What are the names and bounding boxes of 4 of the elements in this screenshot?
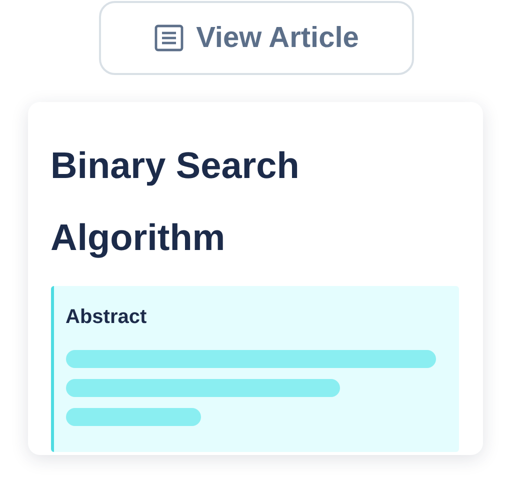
view-article-button[interactable]: View Article	[99, 1, 414, 75]
document-icon	[154, 24, 184, 52]
article-title: Binary Search Algorithm	[50, 144, 300, 260]
abstract-heading: Abstract	[66, 306, 147, 329]
